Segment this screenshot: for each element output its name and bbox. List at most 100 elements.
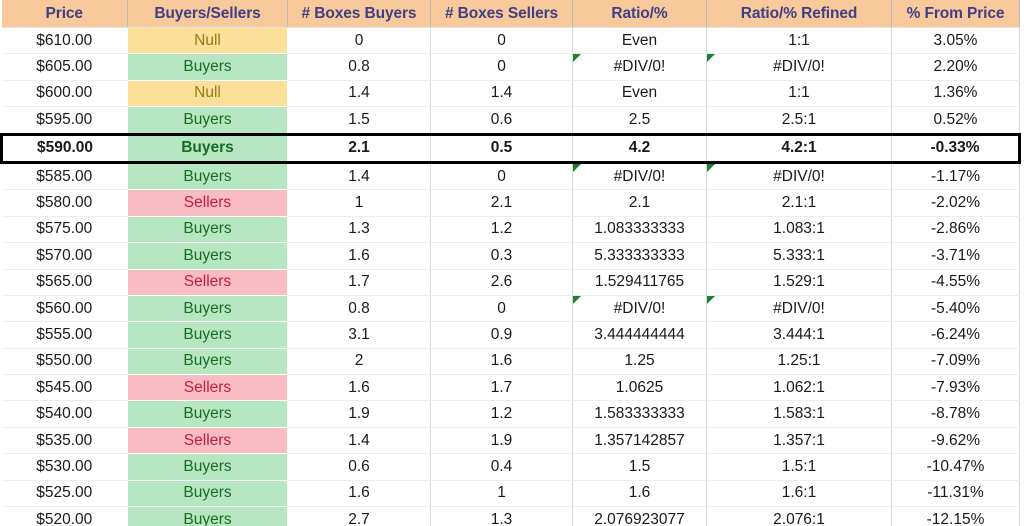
cell-boxes-buyers[interactable]: 2.1 xyxy=(287,132,431,164)
table-row[interactable]: $580.00 Sellers 1 2.1 2.1 2.1:1 -2.02% xyxy=(1,189,1020,217)
cell-ratio[interactable]: #DIV/0! xyxy=(572,295,707,323)
cell-price[interactable]: $600.00 xyxy=(1,80,128,108)
column-header-percent-from-price[interactable]: % From Price xyxy=(891,0,1020,28)
cell-boxes-sellers[interactable]: 1.4 xyxy=(430,80,573,108)
cell-ratio-refined[interactable]: 1.6:1 xyxy=(706,480,892,508)
cell-boxes-buyers[interactable]: 1.6 xyxy=(287,374,431,402)
column-header-boxes-sellers[interactable]: # Boxes Sellers xyxy=(430,0,573,28)
table-row[interactable]: $575.00 Buyers 1.3 1.2 1.083333333 1.083:1 -2.… xyxy=(1,216,1020,244)
cell-ratio[interactable]: #DIV/0! xyxy=(572,53,707,81)
cell-boxes-sellers[interactable]: 0 xyxy=(430,27,573,55)
cell-buyers-sellers[interactable]: Buyers xyxy=(127,295,288,322)
table-row[interactable]: $595.00 Buyers 1.5 0.6 2.5 2.5:1 0.52% xyxy=(1,106,1020,135)
cell-boxes-sellers[interactable]: 0.9 xyxy=(430,321,573,349)
table-row[interactable]: $560.00 Buyers 0.8 0 #DIV/0! #DIV/0! -5.40% xyxy=(1,295,1020,323)
cell-ratio[interactable]: 1.25 xyxy=(572,348,707,376)
cell-price[interactable]: $575.00 xyxy=(1,216,128,244)
cell-boxes-buyers[interactable]: 1.4 xyxy=(287,80,431,108)
cell-ratio[interactable]: 2.076923077 xyxy=(572,506,707,526)
cell-boxes-sellers[interactable]: 0 xyxy=(430,295,573,323)
cell-ratio-refined[interactable]: 1:1 xyxy=(706,80,892,108)
cell-ratio-refined[interactable]: #DIV/0! xyxy=(706,162,892,191)
cell-price[interactable]: $520.00 xyxy=(1,506,128,526)
table-row[interactable]: $600.00 Null 1.4 1.4 Even 1:1 1.36% xyxy=(1,80,1020,108)
cell-boxes-sellers[interactable]: 1.2 xyxy=(430,216,573,244)
cell-ratio-refined[interactable]: #DIV/0! xyxy=(706,295,892,323)
cell-ratio-refined[interactable]: 1.083:1 xyxy=(706,216,892,244)
cell-buyers-sellers[interactable]: Buyers xyxy=(127,480,288,507)
cell-boxes-sellers[interactable]: 2.6 xyxy=(430,269,573,296)
cell-boxes-sellers[interactable]: 0 xyxy=(430,162,573,191)
cell-ratio[interactable]: 1.529411765 xyxy=(572,269,707,296)
table-row[interactable]: $550.00 Buyers 2 1.6 1.25 1.25:1 -7.09% xyxy=(1,348,1020,376)
cell-boxes-buyers[interactable]: 1.3 xyxy=(287,216,431,244)
cell-price[interactable]: $525.00 xyxy=(1,480,128,508)
cell-boxes-buyers[interactable]: 3.1 xyxy=(287,321,431,349)
cell-buyers-sellers[interactable]: Buyers xyxy=(127,400,288,428)
cell-boxes-buyers[interactable]: 1 xyxy=(287,189,431,217)
cell-percent-from-price[interactable]: -3.71% xyxy=(891,242,1020,270)
table-row[interactable]: $555.00 Buyers 3.1 0.9 3.444444444 3.444:1 -6.… xyxy=(1,321,1020,349)
cell-boxes-buyers[interactable]: 0 xyxy=(287,27,431,55)
cell-percent-from-price[interactable]: -7.09% xyxy=(891,348,1020,376)
cell-buyers-sellers[interactable]: Sellers xyxy=(127,374,288,401)
cell-price[interactable]: $530.00 xyxy=(1,453,128,481)
cell-ratio-refined[interactable]: 1.529:1 xyxy=(706,269,892,296)
cell-percent-from-price[interactable]: -12.15% xyxy=(891,506,1020,526)
table-row[interactable]: $535.00 Sellers 1.4 1.9 1.357142857 1.357:1 -9… xyxy=(1,427,1020,455)
cell-ratio[interactable]: 1.5 xyxy=(572,453,707,481)
cell-ratio-refined[interactable]: 3.444:1 xyxy=(706,321,892,349)
cell-ratio[interactable]: 3.444444444 xyxy=(572,321,707,349)
cell-boxes-buyers[interactable]: 1.9 xyxy=(287,400,431,428)
cell-boxes-sellers[interactable]: 1.9 xyxy=(430,427,573,455)
cell-boxes-buyers[interactable]: 0.8 xyxy=(287,53,431,81)
cell-buyers-sellers[interactable]: Buyers xyxy=(127,453,288,481)
cell-price[interactable]: $580.00 xyxy=(1,189,128,217)
cell-boxes-buyers[interactable]: 0.6 xyxy=(287,453,431,481)
cell-percent-from-price[interactable]: -9.62% xyxy=(891,427,1020,455)
cell-ratio[interactable]: Even xyxy=(572,80,707,108)
cell-ratio[interactable]: 5.333333333 xyxy=(572,242,707,270)
cell-ratio-refined[interactable]: 2.5:1 xyxy=(706,106,892,135)
cell-percent-from-price[interactable]: -7.93% xyxy=(891,374,1020,402)
cell-price[interactable]: $540.00 xyxy=(1,400,128,428)
cell-price[interactable]: $545.00 xyxy=(1,374,128,402)
cell-boxes-sellers[interactable]: 0.4 xyxy=(430,453,573,481)
cell-price[interactable]: $605.00 xyxy=(1,53,128,81)
cell-percent-from-price[interactable]: -5.40% xyxy=(891,295,1020,323)
cell-boxes-buyers[interactable]: 0.8 xyxy=(287,295,431,323)
cell-price[interactable]: $595.00 xyxy=(1,106,128,135)
cell-percent-from-price[interactable]: -8.78% xyxy=(891,400,1020,428)
cell-buyers-sellers[interactable]: Buyers xyxy=(127,216,288,243)
cell-ratio-refined[interactable]: 2.1:1 xyxy=(706,189,892,217)
cell-percent-from-price[interactable]: -1.17% xyxy=(891,162,1020,191)
cell-boxes-buyers[interactable]: 1.6 xyxy=(287,480,431,508)
cell-boxes-buyers[interactable]: 1.4 xyxy=(287,427,431,455)
cell-percent-from-price[interactable]: -10.47% xyxy=(891,453,1020,481)
cell-price[interactable]: $560.00 xyxy=(1,295,128,323)
cell-percent-from-price[interactable]: 0.52% xyxy=(891,106,1020,135)
cell-buyers-sellers[interactable]: Buyers xyxy=(127,348,288,375)
cell-percent-from-price[interactable]: -6.24% xyxy=(891,321,1020,349)
column-header-boxes-buyers[interactable]: # Boxes Buyers xyxy=(287,0,431,28)
cell-ratio[interactable]: 1.357142857 xyxy=(572,427,707,455)
cell-boxes-buyers[interactable]: 2.7 xyxy=(287,506,431,526)
cell-ratio[interactable]: 1.083333333 xyxy=(572,216,707,244)
cell-ratio[interactable]: 4.2 xyxy=(572,132,707,164)
cell-boxes-sellers[interactable]: 0.6 xyxy=(430,106,573,135)
table-row[interactable]: $540.00 Buyers 1.9 1.2 1.583333333 1.583:1 -8.… xyxy=(1,400,1020,428)
cell-percent-from-price[interactable]: -11.31% xyxy=(891,480,1020,508)
column-header-ratio-refined[interactable]: Ratio/% Refined xyxy=(706,0,892,28)
cell-buyers-sellers[interactable]: Buyers xyxy=(127,132,288,164)
cell-price[interactable]: $550.00 xyxy=(1,348,128,376)
cell-ratio-refined[interactable]: 1.062:1 xyxy=(706,374,892,402)
cell-price[interactable]: $610.00 xyxy=(1,27,128,55)
cell-ratio-refined[interactable]: 1.25:1 xyxy=(706,348,892,376)
cell-boxes-sellers[interactable]: 1.3 xyxy=(430,506,573,526)
table-row[interactable]: $530.00 Buyers 0.6 0.4 1.5 1.5:1 -10.47% xyxy=(1,453,1020,481)
cell-percent-from-price[interactable]: -0.33% xyxy=(891,132,1021,164)
cell-ratio-refined[interactable]: 1.583:1 xyxy=(706,400,892,428)
cell-percent-from-price[interactable]: -2.86% xyxy=(891,216,1020,244)
cell-boxes-sellers[interactable]: 1.6 xyxy=(430,348,573,376)
cell-ratio-refined[interactable]: 1.357:1 xyxy=(706,427,892,455)
